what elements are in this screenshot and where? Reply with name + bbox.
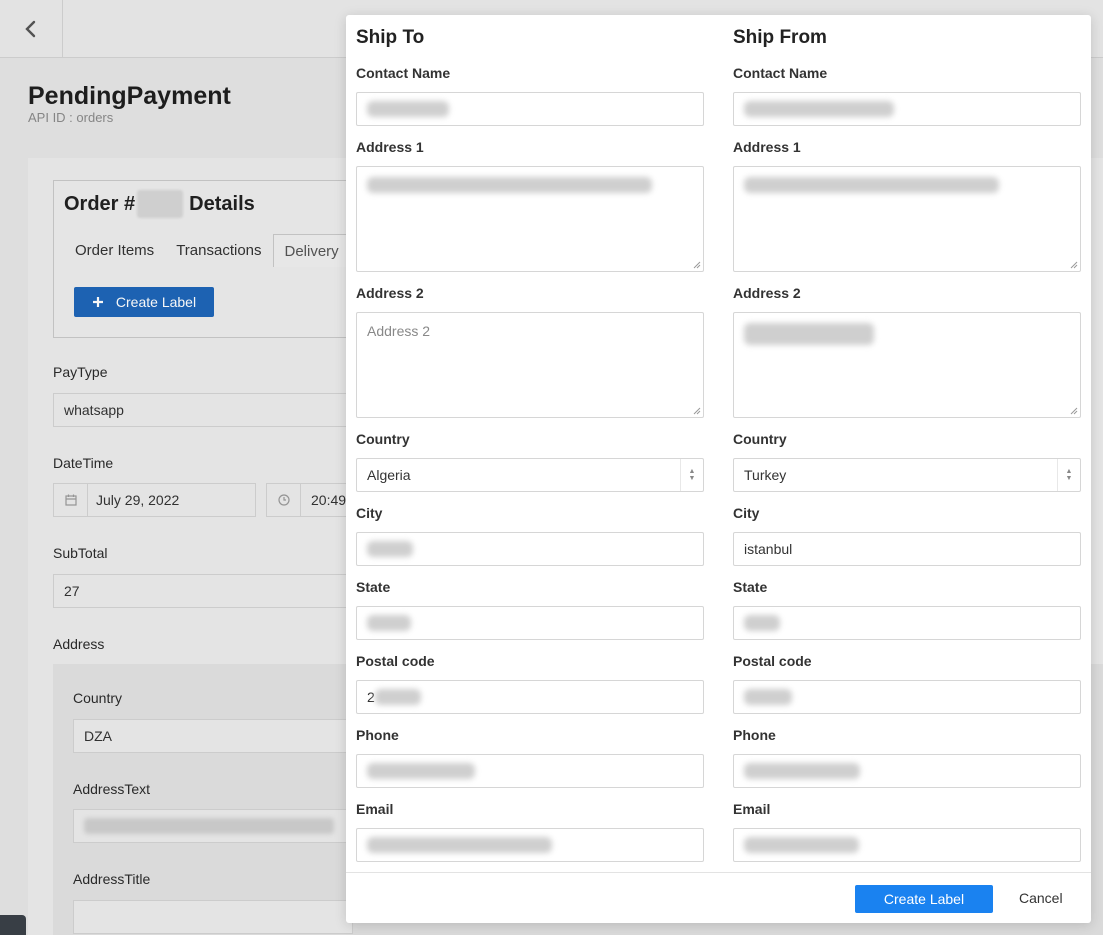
ship-from-state-label: State bbox=[733, 579, 768, 595]
ship-from-email-input[interactable] bbox=[733, 828, 1081, 862]
redacted-value bbox=[367, 177, 652, 193]
redacted-value bbox=[744, 615, 780, 631]
redacted-value bbox=[367, 763, 475, 779]
ship-to-country-value: Algeria bbox=[367, 467, 411, 483]
resize-handle-icon[interactable] bbox=[693, 261, 701, 269]
select-arrows-icon: ▲ ▼ bbox=[1057, 459, 1080, 491]
ship-to-address1-label: Address 1 bbox=[356, 139, 424, 155]
ship-to-city-label: City bbox=[356, 505, 383, 521]
address2-placeholder: Address 2 bbox=[367, 323, 431, 339]
ship-to-postal-label: Postal code bbox=[356, 653, 435, 669]
ship-to-country-select[interactable]: Algeria ▲ ▼ bbox=[356, 458, 704, 492]
redacted-value bbox=[744, 689, 792, 705]
ship-from-address2-textarea[interactable] bbox=[733, 312, 1081, 418]
postal-partial: 2 bbox=[367, 689, 375, 705]
ship-to-email-input[interactable] bbox=[356, 828, 704, 862]
ship-from-country-value: Turkey bbox=[744, 467, 787, 483]
redacted-value bbox=[744, 837, 859, 853]
resize-handle-icon[interactable] bbox=[1070, 261, 1078, 269]
ship-from-country-label: Country bbox=[733, 431, 787, 447]
ship-to-title: Ship To bbox=[356, 27, 425, 48]
ship-from-state-input[interactable] bbox=[733, 606, 1081, 640]
redacted-value bbox=[367, 101, 449, 117]
ship-from-phone-label: Phone bbox=[733, 727, 776, 743]
ship-from-address1-textarea[interactable] bbox=[733, 166, 1081, 272]
redacted-value bbox=[744, 763, 860, 779]
create-label-modal: Ship To Contact Name Address 1 Address 2… bbox=[346, 15, 1091, 923]
redacted-value bbox=[367, 837, 552, 853]
ship-to-contact-input[interactable] bbox=[356, 92, 704, 126]
ship-from-city-input[interactable]: istanbul bbox=[733, 532, 1081, 566]
ship-from-country-select[interactable]: Turkey ▲ ▼ bbox=[733, 458, 1081, 492]
ship-from-address1-label: Address 1 bbox=[733, 139, 801, 155]
ship-from-city-label: City bbox=[733, 505, 760, 521]
ship-to-city-input[interactable] bbox=[356, 532, 704, 566]
ship-to-state-input[interactable] bbox=[356, 606, 704, 640]
ship-to-postal-input[interactable]: 2 bbox=[356, 680, 704, 714]
ship-to-country-label: Country bbox=[356, 431, 410, 447]
redacted-value bbox=[744, 177, 999, 193]
ship-from-phone-input[interactable] bbox=[733, 754, 1081, 788]
redacted-value bbox=[744, 101, 894, 117]
ship-from-title: Ship From bbox=[733, 27, 827, 48]
ship-to-address1-textarea[interactable] bbox=[356, 166, 704, 272]
ship-to-email-label: Email bbox=[356, 801, 394, 817]
resize-handle-icon[interactable] bbox=[1070, 407, 1078, 415]
ship-from-contact-input[interactable] bbox=[733, 92, 1081, 126]
cancel-button[interactable]: Cancel bbox=[1019, 890, 1063, 906]
redacted-value bbox=[367, 541, 413, 557]
ship-to-address2-textarea[interactable]: Address 2 bbox=[356, 312, 704, 418]
ship-to-phone-label: Phone bbox=[356, 727, 399, 743]
redacted-value bbox=[367, 615, 411, 631]
ship-from-postal-input[interactable] bbox=[733, 680, 1081, 714]
ship-from-address2-label: Address 2 bbox=[733, 285, 801, 301]
ship-to-address2-label: Address 2 bbox=[356, 285, 424, 301]
create-label-button[interactable]: Create Label bbox=[855, 885, 993, 913]
ship-to-contact-label: Contact Name bbox=[356, 65, 451, 81]
ship-from-postal-label: Postal code bbox=[733, 653, 812, 669]
ship-to-state-label: State bbox=[356, 579, 391, 595]
redacted-value bbox=[744, 323, 874, 345]
modal-footer: Create Label Cancel bbox=[346, 872, 1091, 923]
ship-to-phone-input[interactable] bbox=[356, 754, 704, 788]
ship-from-contact-label: Contact Name bbox=[733, 65, 828, 81]
resize-handle-icon[interactable] bbox=[693, 407, 701, 415]
redacted-value bbox=[374, 689, 421, 705]
select-arrows-icon: ▲ ▼ bbox=[680, 459, 703, 491]
ship-from-email-label: Email bbox=[733, 801, 771, 817]
